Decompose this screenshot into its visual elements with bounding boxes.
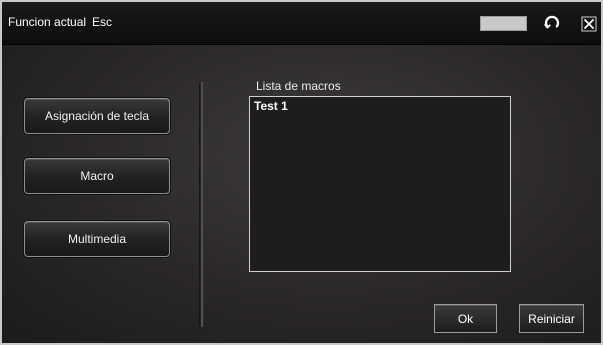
macro-button[interactable]: Macro	[24, 158, 170, 194]
macro-list-label: Lista de macros	[256, 79, 341, 93]
refresh-icon[interactable]	[543, 14, 561, 32]
macro-list[interactable]: Test 1	[249, 96, 511, 272]
current-function-key: Esc	[92, 15, 113, 29]
title-bar: Funcion actual Esc	[2, 2, 601, 45]
macro-editor-window: Funcion actual Esc Asignación de tecla Ma…	[0, 0, 603, 345]
vertical-divider	[199, 82, 204, 327]
list-item[interactable]: Test 1	[250, 97, 510, 115]
reset-button[interactable]: Reiniciar	[519, 304, 584, 333]
key-assignment-button[interactable]: Asignación de tecla	[24, 98, 170, 134]
close-icon[interactable]	[580, 15, 598, 33]
ok-button[interactable]: Ok	[434, 304, 497, 333]
current-function-label: Funcion actual	[8, 15, 87, 29]
current-function: Funcion actual Esc	[8, 15, 112, 29]
key-display-field	[480, 16, 527, 31]
multimedia-button[interactable]: Multimedia	[24, 221, 170, 257]
